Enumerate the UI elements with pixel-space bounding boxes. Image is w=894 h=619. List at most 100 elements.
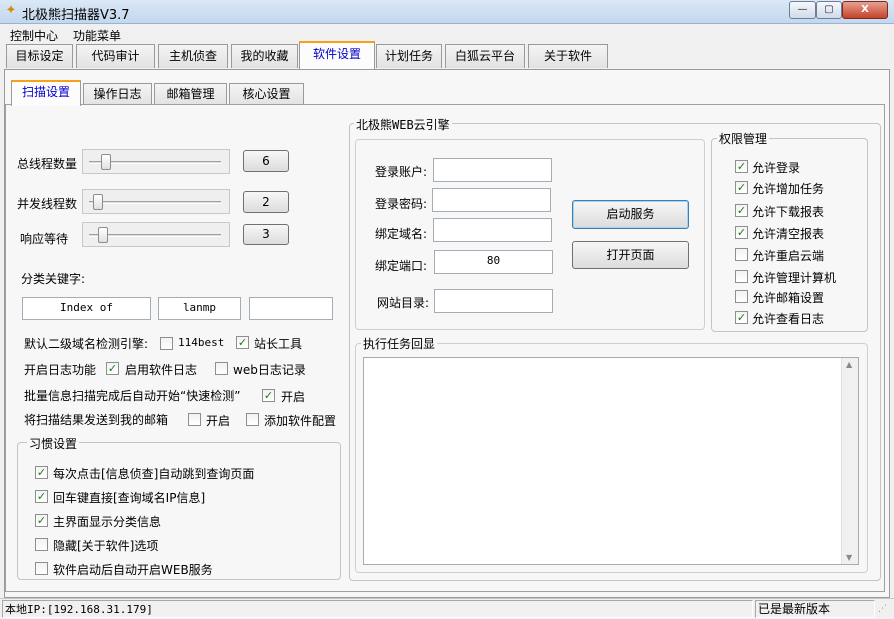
perm-checkbox-5[interactable] [735,248,748,261]
task-echo-textarea[interactable]: ▲ ▼ [363,357,859,565]
minimize-button[interactable]: — [789,1,816,19]
log-web-checkbox[interactable] [215,362,228,375]
status-bar: 本地IP:[192.168.31.179] 已是最新版本 ⋰ [0,598,894,619]
engine-114best-label: 114best [178,336,225,349]
start-service-button[interactable]: 启动服务 [572,200,689,229]
perm-checkbox-4[interactable]: ✓ [735,226,748,239]
log-label: 开启日志功能 [24,363,97,377]
log-software-checkbox[interactable]: ✓ [106,362,119,375]
tab-about[interactable]: 关于软件 [528,44,608,68]
menu-control-center[interactable]: 控制中心 [10,27,58,44]
mail-open-checkbox[interactable] [188,413,201,426]
tab-favorites[interactable]: 我的收藏 [231,44,298,68]
engine-zhanzhang-checkbox[interactable]: ✓ [236,336,249,349]
engine-114best-checkbox[interactable] [160,337,173,350]
perm-label-5: 允许重启云端 [752,249,825,263]
keywords-label: 分类关键字: [21,272,86,286]
tab-white-fox-cloud[interactable]: 白狐云平台 [445,44,525,68]
perm-label-7: 允许邮箱设置 [752,291,825,305]
keyword-input-3[interactable] [249,297,333,320]
perm-label-4: 允许清空报表 [752,227,825,241]
engine-zhanzhang-label: 站长工具 [254,337,303,351]
habit-checkbox-3[interactable]: ✓ [35,514,48,527]
batch-open-label: 开启 [281,390,306,404]
threads-slider-thumb[interactable] [101,154,112,170]
tab-software-settings[interactable]: 软件设置 [299,41,375,69]
password-label: 登录密码: [375,197,428,211]
habit-label-2: 回车键直接[查询域名IP信息] [53,491,206,505]
threads-label: 总线程数量 [17,157,78,171]
habit-label-3: 主界面显示分类信息 [53,515,162,529]
domain-input[interactable] [433,218,552,242]
concurrency-value[interactable]: 2 [243,191,289,213]
perm-checkbox-3[interactable]: ✓ [735,204,748,217]
timeout-slider-thumb[interactable] [97,227,108,243]
title-bar: ✦ 北极熊扫描器V3.7 — ▢ X [0,0,894,24]
task-echo-title: 执行任务回显 [361,335,438,352]
menu-function-menu[interactable]: 功能菜单 [73,27,121,44]
menu-bar: 控制中心 功能菜单 [0,24,894,44]
close-button[interactable]: X [842,1,888,19]
port-label: 绑定端口: [375,259,428,273]
keyword-input-2[interactable]: lanmp [158,297,241,320]
web-dir-label: 网站目录: [377,296,430,310]
open-page-button[interactable]: 打开页面 [572,241,689,269]
status-version: 已是最新版本 [755,600,875,618]
perm-checkbox-8[interactable]: ✓ [735,311,748,324]
log-web-label: web日志记录 [233,363,306,377]
app-bear-icon: ✦ [5,3,17,18]
threads-value[interactable]: 6 [243,150,289,172]
habit-label-1: 每次点击[信息侦查]自动跳到查询页面 [53,467,255,481]
timeout-label: 响应等待 [20,232,69,246]
subtab-mailbox[interactable]: 邮箱管理 [154,83,227,105]
perm-label-3: 允许下载报表 [752,205,825,219]
perm-checkbox-2[interactable]: ✓ [735,181,748,194]
habit-checkbox-1[interactable]: ✓ [35,466,48,479]
threads-slider[interactable] [82,149,230,174]
local-ip-text: 本地IP:[192.168.31.179] [5,603,153,616]
task-echo-scrollbar[interactable]: ▲ ▼ [841,358,858,564]
port-input[interactable]: 80 [434,250,553,274]
scroll-down-arrow-icon[interactable]: ▼ [846,553,852,562]
subtab-operation-log[interactable]: 操作日志 [83,83,152,105]
perm-checkbox-1[interactable]: ✓ [735,160,748,173]
perm-label-1: 允许登录 [752,161,801,175]
log-software-label: 启用软件日志 [125,363,198,377]
mail-open-label: 开启 [206,414,231,428]
tab-scheduled-tasks[interactable]: 计划任务 [376,44,442,68]
engine-label: 默认二级域名检测引擎: [24,337,149,351]
mail-label: 将扫描结果发送到我的邮箱 [24,413,169,427]
password-input[interactable] [432,188,551,212]
subtab-scan-settings[interactable]: 扫描设置 [11,80,81,106]
perm-label-6: 允许管理计算机 [752,271,837,285]
web-engine-title: 北极熊WEB云引擎 [354,116,452,133]
habits-group [17,442,341,580]
tab-target[interactable]: 目标设定 [6,44,73,68]
batch-open-checkbox[interactable]: ✓ [262,389,275,402]
habit-checkbox-2[interactable]: ✓ [35,490,48,503]
maximize-button[interactable]: ▢ [816,1,842,19]
web-dir-input[interactable] [434,289,553,313]
keyword-input-1[interactable]: Index of [22,297,151,320]
status-local-ip: 本地IP:[192.168.31.179] [2,600,753,618]
tab-host-recon[interactable]: 主机侦查 [158,44,228,68]
scroll-up-arrow-icon[interactable]: ▲ [846,360,852,369]
batch-label: 批量信息扫描完成后自动开始“快速检测” [24,389,241,403]
tab-code-audit[interactable]: 代码审计 [76,44,155,68]
perm-label-2: 允许增加任务 [752,182,825,196]
resize-grip-icon[interactable]: ⋰ [878,604,887,614]
mail-add-checkbox[interactable] [246,413,259,426]
concurrency-slider[interactable] [82,189,230,214]
subtab-core-settings[interactable]: 核心设置 [229,83,304,105]
habit-checkbox-5[interactable] [35,562,48,575]
perm-checkbox-6[interactable] [735,270,748,283]
account-input[interactable] [433,158,552,182]
timeout-slider[interactable] [82,222,230,247]
permissions-title: 权限管理 [717,130,770,147]
perm-checkbox-7[interactable] [735,290,748,303]
timeout-value[interactable]: 3 [243,224,289,245]
window-title: 北极熊扫描器V3.7 [22,8,130,23]
habit-label-4: 隐藏[关于软件]选项 [53,539,159,553]
habit-checkbox-4[interactable] [35,538,48,551]
concurrency-slider-thumb[interactable] [92,194,103,210]
